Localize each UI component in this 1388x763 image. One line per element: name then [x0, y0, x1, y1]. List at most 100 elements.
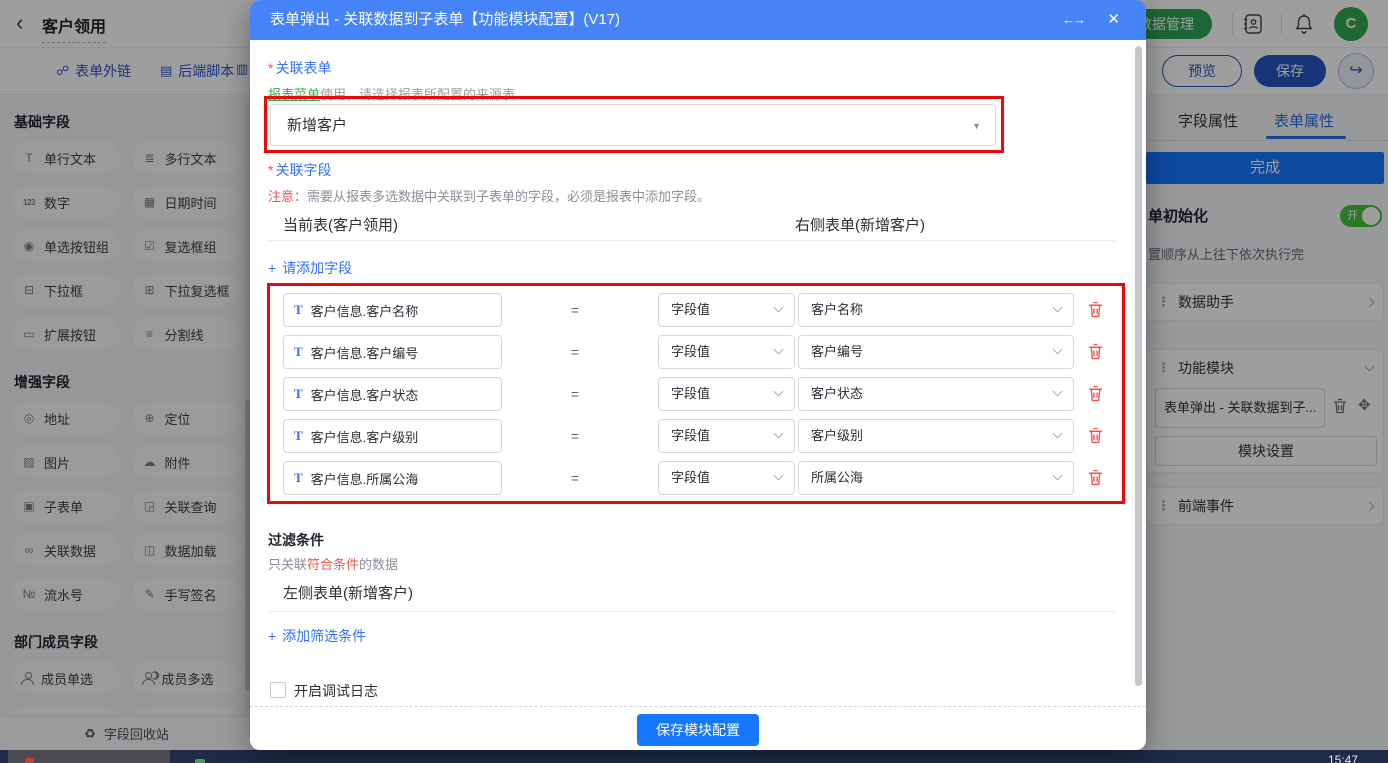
equals-operator: =: [565, 419, 585, 453]
selected-value: 客户名称: [811, 294, 863, 326]
related-form-label: *关联表单: [268, 58, 331, 78]
link-label: 添加筛选条件: [282, 628, 366, 644]
related-form-hint: 报表菜单使用，请选择报表所配置的来源表: [268, 84, 515, 103]
link-label: 请添加字段: [282, 260, 352, 276]
current-table-header: 当前表(客户领用): [283, 214, 398, 235]
right-form-header: 右侧表单(新增客户): [795, 214, 925, 235]
left-field-input[interactable]: T 客户信息.所属公海: [283, 461, 502, 495]
field-value: 客户信息.客户状态: [311, 385, 419, 404]
equals-operator: =: [565, 377, 585, 411]
source-type-select[interactable]: 字段值: [658, 293, 795, 327]
chevron-down-icon: [774, 303, 784, 313]
field-mapping-row: T 客户信息.客户名称 = 字段值 客户名称: [250, 293, 1146, 327]
field-value: 客户信息.客户级别: [311, 427, 419, 446]
hint-part: 的数据: [359, 557, 398, 572]
modal-header: 表单弹出 - 关联数据到子表单【功能模块配置】(V17) ←→ ✕: [250, 0, 1146, 40]
field-value: 客户信息.所属公海: [311, 469, 419, 488]
taskbar-app-icon[interactable]: [195, 759, 205, 763]
chevron-down-icon: [1053, 345, 1063, 355]
close-icon[interactable]: ✕: [1107, 0, 1120, 40]
save-module-config-button[interactable]: 保存模块配置: [637, 714, 759, 746]
target-field-select[interactable]: 客户状态: [798, 377, 1074, 411]
chevron-down-icon: [774, 345, 784, 355]
delete-row-icon[interactable]: [1088, 469, 1103, 491]
field-mapping-row: T 客户信息.客户级别 = 字段值 客户级别: [250, 419, 1146, 453]
selected-value: 字段值: [671, 462, 710, 494]
text-field-icon: T: [294, 470, 303, 486]
selected-value: 客户状态: [811, 378, 863, 410]
left-field-input[interactable]: T 客户信息.客户名称: [283, 293, 502, 327]
filter-label: 过滤条件: [268, 530, 324, 550]
equals-operator: =: [565, 461, 585, 495]
required-mark: *: [268, 162, 273, 178]
chevron-down-icon: [1053, 471, 1063, 481]
left-field-input[interactable]: T 客户信息.客户状态: [283, 377, 502, 411]
footer-divider: [250, 706, 1146, 707]
os-taskbar: 15:47: [0, 750, 1388, 763]
chevron-down-icon: [1053, 429, 1063, 439]
hint-emphasis: 符合条件: [307, 557, 359, 572]
add-field-link[interactable]: + 请添加字段: [268, 258, 352, 278]
equals-operator: =: [565, 293, 585, 327]
left-field-input[interactable]: T 客户信息.客户级别: [283, 419, 502, 453]
source-type-select[interactable]: 字段值: [658, 377, 795, 411]
chevron-down-icon: [1053, 303, 1063, 313]
target-field-select[interactable]: 所属公海: [798, 461, 1074, 495]
add-filter-link[interactable]: + 添加筛选条件: [268, 626, 366, 646]
screen: ‹ 客户领用 数据管理 C ☍ 表单外链 ▤ 后端脚本 ▥ 预览 保存 ↪ 基: [0, 0, 1388, 763]
plus-icon: +: [268, 260, 276, 276]
text-field-icon: T: [294, 302, 303, 318]
selected-value: 字段值: [671, 336, 710, 368]
target-field-select[interactable]: 客户名称: [798, 293, 1074, 327]
chevron-down-icon: [774, 387, 784, 397]
hint-text: 使用，请选择报表所配置的来源表: [320, 87, 515, 102]
modal-scrollbar-thumb[interactable]: [1135, 46, 1142, 686]
related-form-select[interactable]: 新增客户 ▼: [270, 104, 996, 146]
label-text: 关联表单: [275, 60, 331, 76]
chevron-down-icon: [1053, 387, 1063, 397]
target-field-select[interactable]: 客户编号: [798, 335, 1074, 369]
debug-log-label: 开启调试日志: [294, 681, 378, 701]
delete-row-icon[interactable]: [1088, 427, 1103, 449]
taskbar-app-icon[interactable]: [25, 758, 34, 763]
selected-value: 新增客户: [287, 105, 347, 147]
notice-text: 注意：需要从报表多选数据中关联到子表单的字段，必须是报表中添加字段。: [268, 186, 710, 205]
field-mapping-row: T 客户信息.客户编号 = 字段值 客户编号: [250, 335, 1146, 369]
selected-value: 字段值: [671, 420, 710, 452]
field-value: 客户信息.客户名称: [311, 301, 419, 320]
caret-down-icon: ▼: [972, 105, 981, 147]
related-fields-label: *关联字段: [268, 160, 331, 180]
delete-row-icon[interactable]: [1088, 343, 1103, 365]
required-mark: *: [268, 60, 273, 76]
selected-value: 所属公海: [811, 462, 863, 494]
selected-value: 客户编号: [811, 336, 863, 368]
left-field-input[interactable]: T 客户信息.客户编号: [283, 335, 502, 369]
report-menu-link[interactable]: 报表菜单: [268, 87, 320, 102]
source-type-select[interactable]: 字段值: [658, 461, 795, 495]
delete-row-icon[interactable]: [1088, 301, 1103, 323]
notice-body: 需要从报表多选数据中关联到子表单的字段，必须是报表中添加字段。: [307, 189, 710, 204]
notice-tag: 注意：: [268, 189, 307, 204]
filter-hint: 只关联符合条件的数据: [268, 554, 398, 573]
selected-value: 字段值: [671, 294, 710, 326]
module-config-modal: 表单弹出 - 关联数据到子表单【功能模块配置】(V17) ←→ ✕ *关联表单 …: [250, 0, 1146, 750]
chevron-down-icon: [774, 429, 784, 439]
divider: [268, 240, 1115, 241]
selected-value: 客户级别: [811, 420, 863, 452]
debug-log-checkbox[interactable]: [270, 682, 286, 698]
target-field-select[interactable]: 客户级别: [798, 419, 1074, 453]
field-mapping-row: T 客户信息.客户状态 = 字段值 客户状态: [250, 377, 1146, 411]
field-value: 客户信息.客户编号: [311, 343, 419, 362]
text-field-icon: T: [294, 344, 303, 360]
filter-scope-label: 左侧表单(新增客户): [283, 582, 413, 603]
text-field-icon: T: [294, 386, 303, 402]
source-type-select[interactable]: 字段值: [658, 335, 795, 369]
hint-part: 只关联: [268, 557, 307, 572]
text-field-icon: T: [294, 428, 303, 444]
delete-row-icon[interactable]: [1088, 385, 1103, 407]
expand-horizontal-icon[interactable]: ←→: [1062, 0, 1084, 40]
source-type-select[interactable]: 字段值: [658, 419, 795, 453]
label-text: 关联字段: [275, 162, 331, 178]
plus-icon: +: [268, 628, 276, 644]
equals-operator: =: [565, 335, 585, 369]
